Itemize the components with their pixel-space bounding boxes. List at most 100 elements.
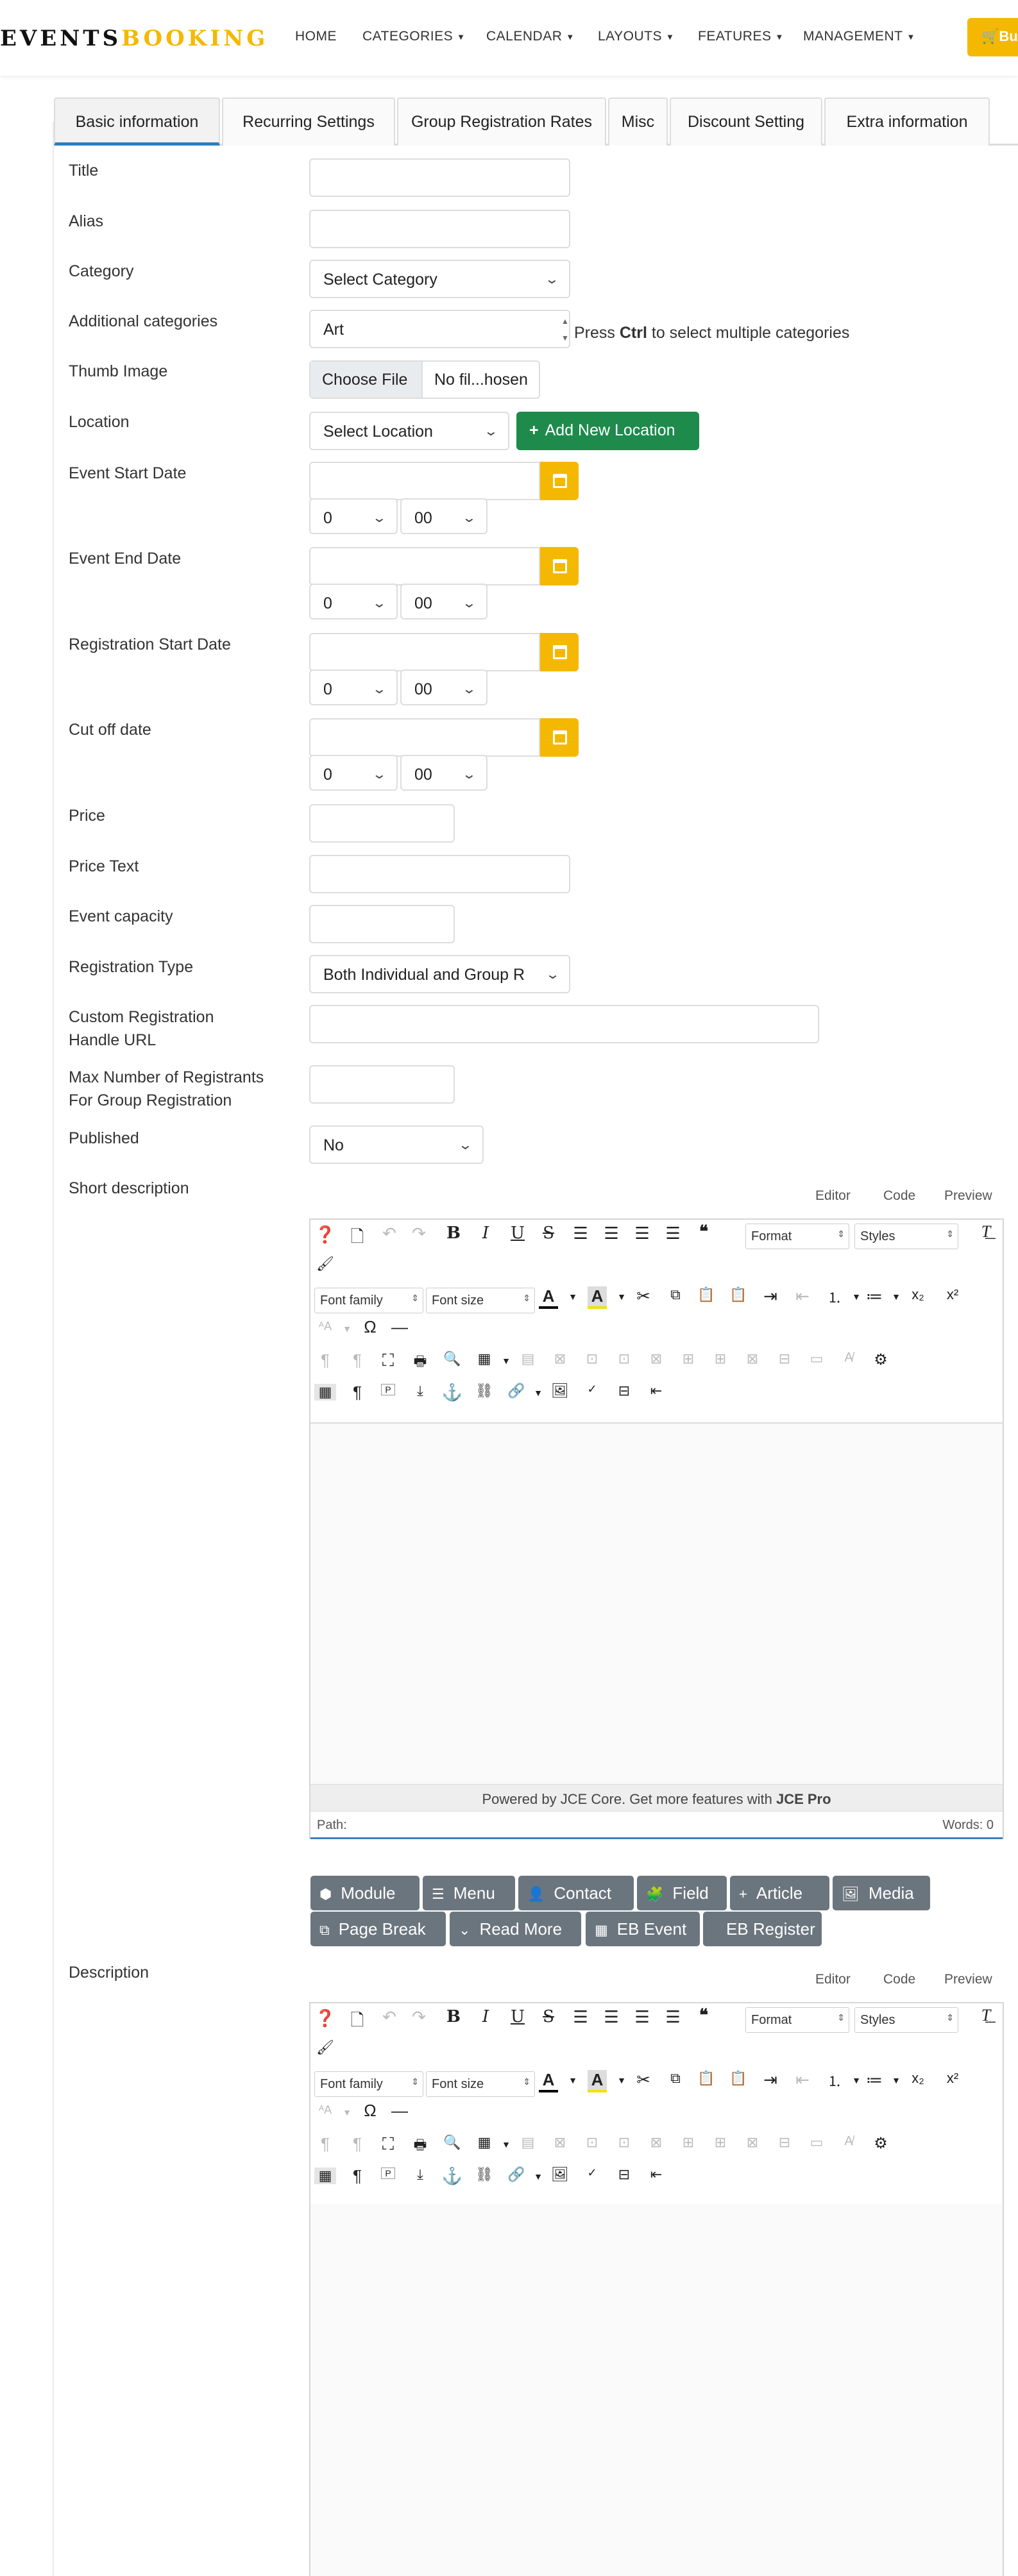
special-character-icon[interactable]: Ω (359, 2101, 381, 2121)
paragraph-block-icon[interactable]: P (381, 2168, 395, 2179)
merge-cells-icon[interactable]: ▭ (806, 2134, 827, 2151)
show-blocks-icon[interactable]: ¶ (346, 1383, 368, 1402)
link-icon[interactable]: 🔗 (505, 2166, 527, 2183)
caret-down-icon[interactable]: ▼ (336, 1324, 358, 1334)
nonbreaking-icon[interactable]: ⊟ (613, 2166, 635, 2183)
code-mode-link[interactable]: Code (883, 1972, 915, 1987)
additional-categories-select[interactable]: Art (309, 310, 570, 348)
strikethrough-icon[interactable]: S (538, 1224, 559, 1243)
nav-features[interactable]: FEATURES ▼ (698, 29, 784, 44)
read-more-button[interactable]: ⌄ Read More (450, 1912, 581, 1946)
registration-start-date-input[interactable] (309, 633, 540, 671)
horizontal-rule-icon[interactable]: — (389, 1317, 411, 1337)
price-text-input[interactable] (309, 855, 570, 893)
style-icon[interactable]: A̸ (838, 2134, 860, 2149)
insert-col-after-icon[interactable]: ⊞ (709, 1351, 731, 1367)
cut-off-date-input[interactable] (309, 718, 540, 757)
format-select[interactable]: Format ⇕ (745, 2007, 849, 2033)
styles-select[interactable]: Styles ⇕ (854, 1224, 958, 1249)
outdent-icon[interactable]: ⇤ (792, 2070, 813, 2090)
max-group-registrants-input[interactable] (309, 1065, 455, 1104)
delete-table-icon[interactable]: ⊠ (549, 2134, 571, 2151)
style-icon[interactable]: A̸ (838, 1351, 860, 1365)
bold-icon[interactable]: B (443, 2007, 464, 2026)
horizontal-rule-icon[interactable]: — (389, 2101, 411, 2121)
paste-icon[interactable]: 📋 (695, 1286, 717, 1303)
event-end-hour-select[interactable]: 0 ⌄ (309, 584, 398, 619)
highlight-color-icon[interactable]: A (588, 1286, 607, 1309)
paste-icon[interactable]: 📋 (695, 2070, 717, 2087)
format-select[interactable]: Format ⇕ (745, 1224, 849, 1249)
editor-mode-link[interactable]: Editor (815, 1188, 851, 1204)
visual-aid-icon[interactable]: ▦ (314, 2168, 336, 2184)
font-size-select[interactable]: Font size ⇕ (426, 1288, 535, 1313)
price-input[interactable] (309, 804, 455, 843)
font-size-select[interactable]: Font size ⇕ (426, 2071, 535, 2097)
caret-down-icon[interactable]: ▼ (885, 2075, 907, 2085)
visual-aid-icon[interactable]: ▦ (314, 1384, 336, 1401)
search-icon[interactable]: 🔍 (441, 1351, 463, 1367)
editor-mode-link[interactable]: Editor (815, 1972, 851, 1987)
caret-down-icon[interactable]: ▼ (562, 2075, 584, 2085)
bullet-list-icon[interactable]: ≔ (863, 2070, 885, 2090)
download-icon[interactable]: ⤓ (409, 2166, 431, 2183)
search-icon[interactable]: 🔍 (441, 2134, 463, 2151)
tab-misc[interactable]: Misc (608, 97, 668, 146)
eb-register-button[interactable]: EB Register (703, 1912, 822, 1946)
gear-icon[interactable]: ⚙ (870, 1351, 892, 1369)
caret-down-icon[interactable]: ▼ (495, 1356, 517, 1366)
choose-file-button[interactable]: Choose File (310, 362, 423, 398)
caret-down-icon[interactable]: ▼ (527, 1388, 549, 1398)
contact-button[interactable]: 👤 Contact (518, 1876, 634, 1910)
buy-button[interactable]: 🛒Bu (967, 18, 1018, 56)
code-mode-link[interactable]: Code (883, 1188, 915, 1204)
article-button[interactable]: + Article (730, 1876, 829, 1910)
undo-icon[interactable]: ↶ (378, 1224, 400, 1243)
cut-off-minute-select[interactable]: 00 ⌄ (400, 755, 488, 791)
align-left-icon[interactable]: ☰ (631, 2007, 653, 2027)
page-break-button[interactable]: ⧉ Page Break (310, 1912, 446, 1946)
anchor-icon[interactable]: ⚓ (441, 2166, 463, 2186)
nav-categories[interactable]: CATEGORIES ▼ (362, 29, 466, 44)
insert-row-after-icon[interactable]: ⊡ (613, 2134, 635, 2151)
special-character-icon[interactable]: Ω (359, 1317, 381, 1337)
subscript-icon[interactable]: x₂ (907, 1286, 929, 1303)
insert-template-icon[interactable]: ⇤ (645, 1383, 667, 1399)
insert-col-before-icon[interactable]: ⊞ (677, 1351, 699, 1367)
tab-extra-information[interactable]: Extra information (824, 97, 990, 146)
registration-type-select[interactable]: Both Individual and Group R ⌄ (309, 955, 570, 993)
eb-event-button[interactable]: ▦ EB Event (586, 1912, 700, 1946)
table-icon[interactable]: ▦ (473, 1351, 495, 1367)
description-content-area[interactable] (309, 2204, 1004, 2576)
delete-row-icon[interactable]: ⊠ (645, 1351, 667, 1367)
registration-start-calendar-button[interactable] (540, 633, 579, 671)
event-end-date-input[interactable] (309, 547, 540, 585)
nav-layouts[interactable]: LAYOUTS ▼ (598, 29, 674, 44)
insert-row-after-icon[interactable]: ⊡ (613, 1351, 635, 1367)
nonbreaking-icon[interactable]: ⊟ (613, 1383, 635, 1399)
insert-col-before-icon[interactable]: ⊞ (677, 2134, 699, 2151)
split-cells-icon[interactable]: ⊟ (774, 1351, 795, 1367)
copy-icon[interactable]: ⧉ (665, 2070, 686, 2087)
link-icon[interactable]: 🔗 (505, 1383, 527, 1399)
undo-icon[interactable]: ↶ (378, 2007, 400, 2027)
caret-down-icon[interactable]: ▼ (611, 2075, 632, 2085)
published-select[interactable]: No ⌄ (309, 1125, 484, 1164)
highlight-color-icon[interactable]: A (588, 2070, 607, 2092)
italic-icon[interactable]: I (475, 1224, 496, 1243)
tab-group-registration-rates[interactable]: Group Registration Rates (397, 97, 606, 146)
location-select[interactable]: Select Location ⌄ (309, 412, 509, 450)
caret-down-icon[interactable]: ▼ (885, 1292, 907, 1302)
event-capacity-input[interactable] (309, 905, 455, 943)
preview-mode-link[interactable]: Preview (944, 1188, 992, 1204)
format-painter-icon[interactable]: 🖌 (314, 2039, 336, 2056)
numbered-list-icon[interactable]: ⒈ (824, 2070, 845, 2091)
caret-down-icon[interactable]: ▼ (336, 2107, 358, 2117)
row-props-icon[interactable]: ▤ (517, 2134, 539, 2151)
caret-down-icon[interactable]: ▼ (495, 2139, 517, 2150)
help-icon[interactable]: ❓ (314, 2008, 336, 2028)
italic-icon[interactable]: I (475, 2007, 496, 2026)
nav-calendar[interactable]: CALENDAR ▼ (486, 29, 575, 44)
clear-formatting-icon[interactable]: T͟ (975, 1222, 997, 1242)
numbered-list-icon[interactable]: ⒈ (824, 1286, 845, 1307)
